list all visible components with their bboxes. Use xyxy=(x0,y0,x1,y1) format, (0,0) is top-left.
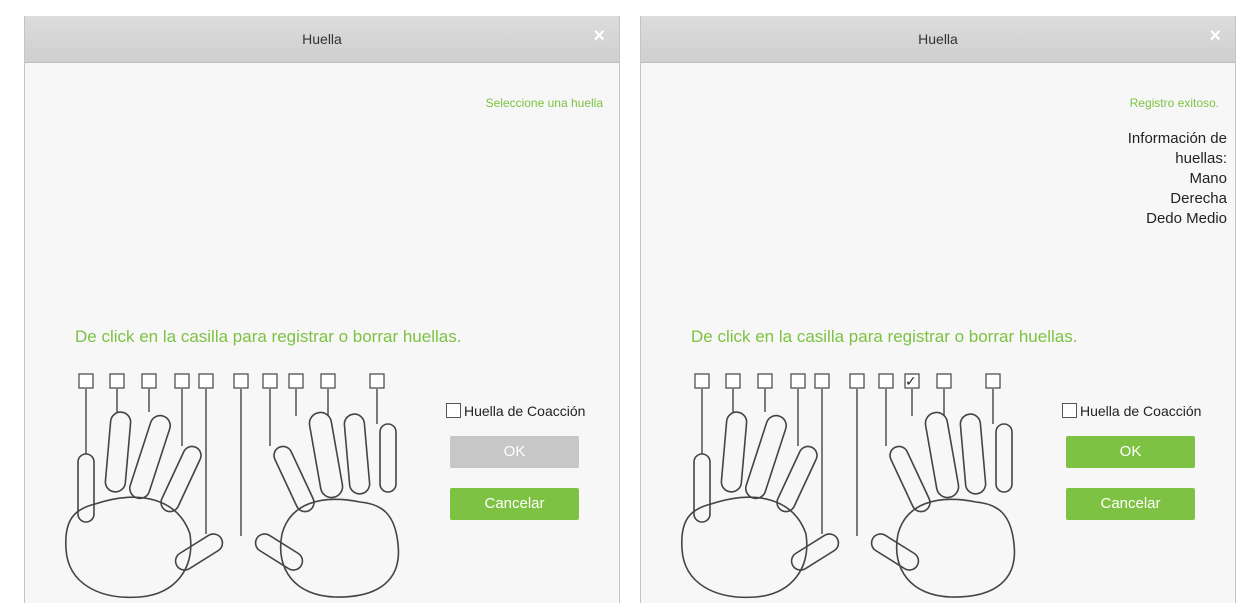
finger-checkbox-left-pinky[interactable] xyxy=(78,373,94,389)
duress-label: Huella de Coacción xyxy=(1080,403,1202,419)
ok-button[interactable]: OK xyxy=(1066,436,1195,468)
finger-leader-lines xyxy=(85,389,378,536)
finger-checkbox-right-ring[interactable] xyxy=(320,373,336,389)
duress-fingerprint-checkbox[interactable]: Huella de Coacción xyxy=(446,403,585,419)
fingerprint-info: Información de huellas: Mano Derecha Ded… xyxy=(1087,129,1227,229)
ok-button[interactable]: OK xyxy=(450,436,579,468)
duress-fingerprint-checkbox[interactable]: Huella de Coacción xyxy=(1062,403,1201,419)
duress-checkbox-box[interactable] xyxy=(446,403,461,418)
duress-label: Huella de Coacción xyxy=(464,403,586,419)
finger-checkbox-right-thumb[interactable] xyxy=(849,373,865,389)
finger-checkbox-left-thumb[interactable] xyxy=(198,373,214,389)
duress-checkbox-box[interactable] xyxy=(1062,403,1077,418)
info-line: Dedo Medio xyxy=(1146,210,1227,227)
instruction-text: De click en la casilla para registrar o … xyxy=(75,327,462,346)
finger-checkbox-left-ring[interactable] xyxy=(725,373,741,389)
hands-outline xyxy=(681,411,1016,599)
finger-checkbox-left-thumb[interactable] xyxy=(814,373,830,389)
finger-leader-lines xyxy=(701,389,994,536)
dialog-title: Huella xyxy=(918,31,958,47)
finger-checkbox-left-ring[interactable] xyxy=(109,373,125,389)
instruction-text: De click en la casilla para registrar o … xyxy=(691,327,1078,346)
hands-diagram xyxy=(65,373,400,599)
status-message: Seleccione una huella xyxy=(485,96,603,110)
cancel-button[interactable]: Cancelar xyxy=(1066,488,1195,520)
hands-diagram: ✓ xyxy=(681,373,1016,599)
finger-checkbox-left-middle[interactable] xyxy=(141,373,157,389)
status-message: Registro exitoso. xyxy=(1129,96,1219,110)
finger-checkbox-left-middle[interactable] xyxy=(757,373,773,389)
fingerprint-dialog-right: Huella × Registro exitoso. Información d… xyxy=(640,16,1236,603)
finger-checkbox-right-pinky[interactable] xyxy=(985,373,1001,389)
close-icon[interactable]: × xyxy=(1209,26,1221,46)
hands-outline xyxy=(65,411,400,599)
screenshot-divider xyxy=(621,0,639,603)
finger-checkbox-left-index[interactable] xyxy=(174,373,190,389)
cancel-button[interactable]: Cancelar xyxy=(450,488,579,520)
finger-checkbox-right-pinky[interactable] xyxy=(369,373,385,389)
fingerprint-dialog-left: Huella × Seleccione una huella De click … xyxy=(24,16,620,603)
finger-checkbox-right-index[interactable] xyxy=(262,373,278,389)
dialog-titlebar: Huella × xyxy=(25,16,619,63)
dialog-title: Huella xyxy=(302,31,342,47)
info-line: Información de xyxy=(1127,130,1227,147)
info-line: Derecha xyxy=(1170,190,1227,207)
info-line: huellas: xyxy=(1175,150,1227,167)
finger-checkbox-right-index[interactable] xyxy=(878,373,894,389)
close-icon[interactable]: × xyxy=(593,26,605,46)
finger-checkbox-right-middle[interactable] xyxy=(288,373,304,389)
finger-checkbox-left-pinky[interactable] xyxy=(694,373,710,389)
dialog-titlebar: Huella × xyxy=(641,16,1235,63)
finger-checkbox-left-index[interactable] xyxy=(790,373,806,389)
finger-checkbox-right-ring[interactable] xyxy=(936,373,952,389)
info-line: Mano xyxy=(1189,170,1227,187)
finger-checkbox-right-thumb[interactable] xyxy=(233,373,249,389)
checkmark-icon: ✓ xyxy=(905,374,917,390)
